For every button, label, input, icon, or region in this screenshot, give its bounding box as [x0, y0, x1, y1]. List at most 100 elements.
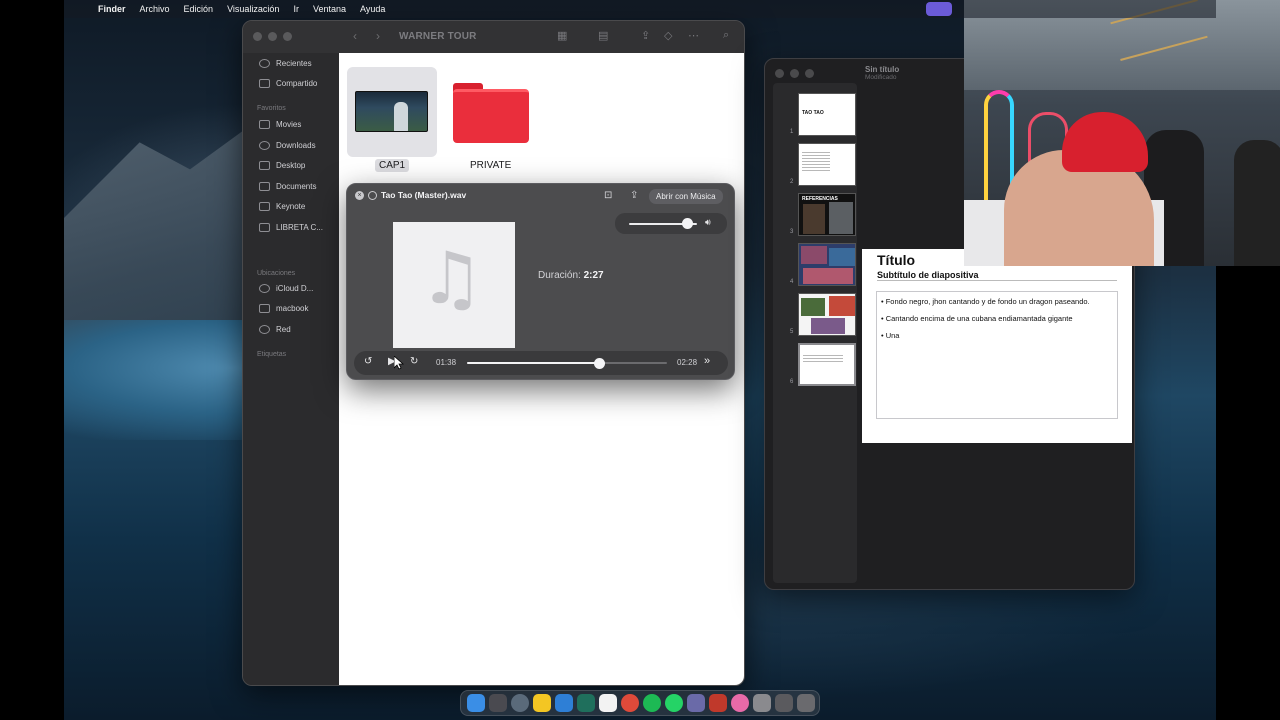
slide-thumbnail-5[interactable] — [798, 293, 856, 336]
safari-dock-icon[interactable] — [511, 694, 529, 712]
bullet-text: Fondo negro, jhon cantando y de fondo un… — [885, 297, 1090, 306]
volume-slider[interactable]: 🔊︎ — [615, 213, 727, 234]
close-window-button[interactable] — [253, 32, 262, 41]
slide-thumbnail-6-selected[interactable] — [798, 343, 856, 386]
quicklook-player: × Tao Tao (Master).wav ⊡ ⇪ Abrir con Mús… — [346, 183, 735, 380]
stack-dock-icon[interactable] — [775, 694, 793, 712]
back-icon[interactable]: ‹ — [353, 29, 357, 43]
zoom-window-button[interactable] — [283, 32, 292, 41]
sidebar-header-favoritos: Favoritos — [257, 105, 286, 112]
open-with-music-button[interactable]: Abrir con Música — [649, 189, 723, 204]
slide-thumbnail-3[interactable]: REFERENCIAS — [798, 193, 856, 236]
menu-visualizacion[interactable]: Visualización — [227, 4, 279, 14]
sidebar-item-recientes[interactable]: Recientes — [259, 59, 312, 68]
webcam-overlay — [964, 0, 1280, 266]
spotify-dock-icon[interactable] — [643, 694, 661, 712]
person-background — [1234, 140, 1280, 266]
slide-navigator: TAO TAO 1 2 REFERENCIAS 3 4 5 6 — [773, 83, 857, 583]
slide-thumbnail-1[interactable]: TAO TAO — [798, 93, 856, 136]
sidebar-item-compartido[interactable]: Compartido — [259, 79, 317, 88]
volume-knob[interactable] — [681, 218, 693, 229]
share-icon[interactable]: ⇪ — [641, 29, 650, 42]
sidebar-item-documents[interactable]: Documents — [259, 182, 316, 191]
menu-finder[interactable]: Finder — [98, 4, 126, 14]
progress-scrubber[interactable] — [467, 358, 667, 369]
minimize-icon[interactable] — [368, 191, 377, 200]
skip-back-15-icon[interactable]: ↺ — [364, 356, 372, 367]
menu-ayuda[interactable]: Ayuda — [360, 4, 385, 14]
slide-number: 5 — [790, 329, 794, 335]
duration-value: 2:27 — [583, 270, 604, 281]
slide-body-textbox[interactable]: • Fondo negro, jhon cantando y de fondo … — [876, 291, 1118, 419]
sidebar-item-libreta[interactable]: LIBRETA C... — [259, 223, 323, 232]
sidebar-header-ubicaciones: Ubicaciones — [257, 270, 296, 277]
slide-photo — [803, 268, 853, 284]
sidebar-item-movies[interactable]: Movies — [259, 120, 301, 129]
screen-share-icon[interactable] — [926, 2, 952, 16]
downloads-stack-dock-icon[interactable] — [753, 694, 771, 712]
dock — [460, 690, 820, 716]
sidebar-label: Documents — [276, 182, 317, 191]
close-window-button[interactable] — [775, 69, 784, 78]
more-icon[interactable]: ⋯ — [688, 29, 699, 42]
chrome-dock-icon[interactable] — [621, 694, 639, 712]
laptop-icon — [259, 304, 270, 313]
menu-ir[interactable]: Ir — [293, 4, 299, 14]
file-label-cap1[interactable]: CAP1 — [375, 159, 410, 172]
fast-forward-icon[interactable]: » — [704, 355, 710, 367]
window-controls — [253, 32, 292, 41]
davinci-dock-icon[interactable] — [687, 694, 705, 712]
close-icon[interactable]: × — [355, 191, 364, 200]
skip-forward-15-icon[interactable]: ↻ — [410, 356, 418, 367]
stocks-dock-icon[interactable] — [577, 694, 595, 712]
sidebar-item-keynote[interactable]: Keynote — [259, 202, 305, 211]
keynote-dock-icon[interactable] — [555, 694, 573, 712]
menu-archivo[interactable]: Archivo — [140, 4, 170, 14]
sidebar-item-icloud[interactable]: iCloud D... — [259, 284, 313, 293]
zoom-window-button[interactable] — [805, 69, 814, 78]
slide-thumbnail-4[interactable] — [798, 243, 856, 286]
whatsapp-dock-icon[interactable] — [665, 694, 683, 712]
progress-knob[interactable] — [594, 358, 605, 369]
sidebar-item-macbook[interactable]: macbook — [259, 304, 308, 313]
folder-icon-private[interactable] — [453, 83, 529, 143]
app-dock-icon[interactable] — [709, 694, 727, 712]
sidebar-header-etiquetas: Etiquetas — [257, 351, 287, 358]
menu-edicion[interactable]: Edición — [184, 4, 214, 14]
minimize-window-button[interactable] — [268, 32, 277, 41]
photos-dock-icon[interactable] — [731, 694, 749, 712]
search-icon[interactable]: ⌕ — [723, 29, 729, 42]
notes-dock-icon[interactable] — [533, 694, 551, 712]
sidebar-item-desktop[interactable]: Desktop — [259, 161, 305, 170]
finder-toolbar: ‹ › WARNER TOUR ▦ ▤ ⇪ ◇ ⋯ ⌕ — [243, 21, 744, 53]
forward-icon[interactable]: › — [376, 29, 380, 43]
progress-fill — [467, 362, 599, 364]
share-icon[interactable]: ⇪ — [630, 190, 638, 201]
tag-icon[interactable]: ◇ — [664, 29, 672, 42]
slide-subtitle[interactable]: Subtítulo de diapositiva — [877, 270, 1117, 281]
slide-title[interactable]: Título — [877, 252, 915, 268]
minimize-window-button[interactable] — [790, 69, 799, 78]
keynote-doc-status: Modificado — [865, 74, 897, 81]
fullscreen-icon[interactable]: ⊡ — [604, 190, 612, 201]
sidebar-label: Downloads — [276, 141, 316, 150]
file-label-private[interactable]: PRIVATE — [470, 160, 511, 171]
sidebar-item-red[interactable]: Red — [259, 325, 291, 334]
slide-thumbnail-2[interactable] — [798, 143, 856, 186]
group-icon[interactable]: ▤ — [598, 29, 608, 42]
launchpad-dock-icon[interactable] — [489, 694, 507, 712]
trash-dock-icon[interactable] — [797, 694, 815, 712]
speaker-icon[interactable]: 🔊︎ — [705, 217, 711, 228]
slide-thumb-text — [803, 355, 843, 363]
sidebar-item-downloads[interactable]: Downloads — [259, 141, 316, 150]
finder-dock-icon[interactable] — [467, 694, 485, 712]
notion-dock-icon[interactable] — [599, 694, 617, 712]
window-title: WARNER TOUR — [399, 31, 477, 42]
desktop-icon — [259, 161, 270, 170]
folder-icon — [259, 202, 270, 211]
view-grid-icon[interactable]: ▦ — [557, 29, 567, 42]
slide-canvas[interactable]: Título Subtítulo de diapositiva • Fondo … — [862, 249, 1132, 443]
video-thumbnail[interactable] — [355, 91, 428, 132]
bullet-text: Una — [885, 331, 900, 340]
menu-ventana[interactable]: Ventana — [313, 4, 346, 14]
